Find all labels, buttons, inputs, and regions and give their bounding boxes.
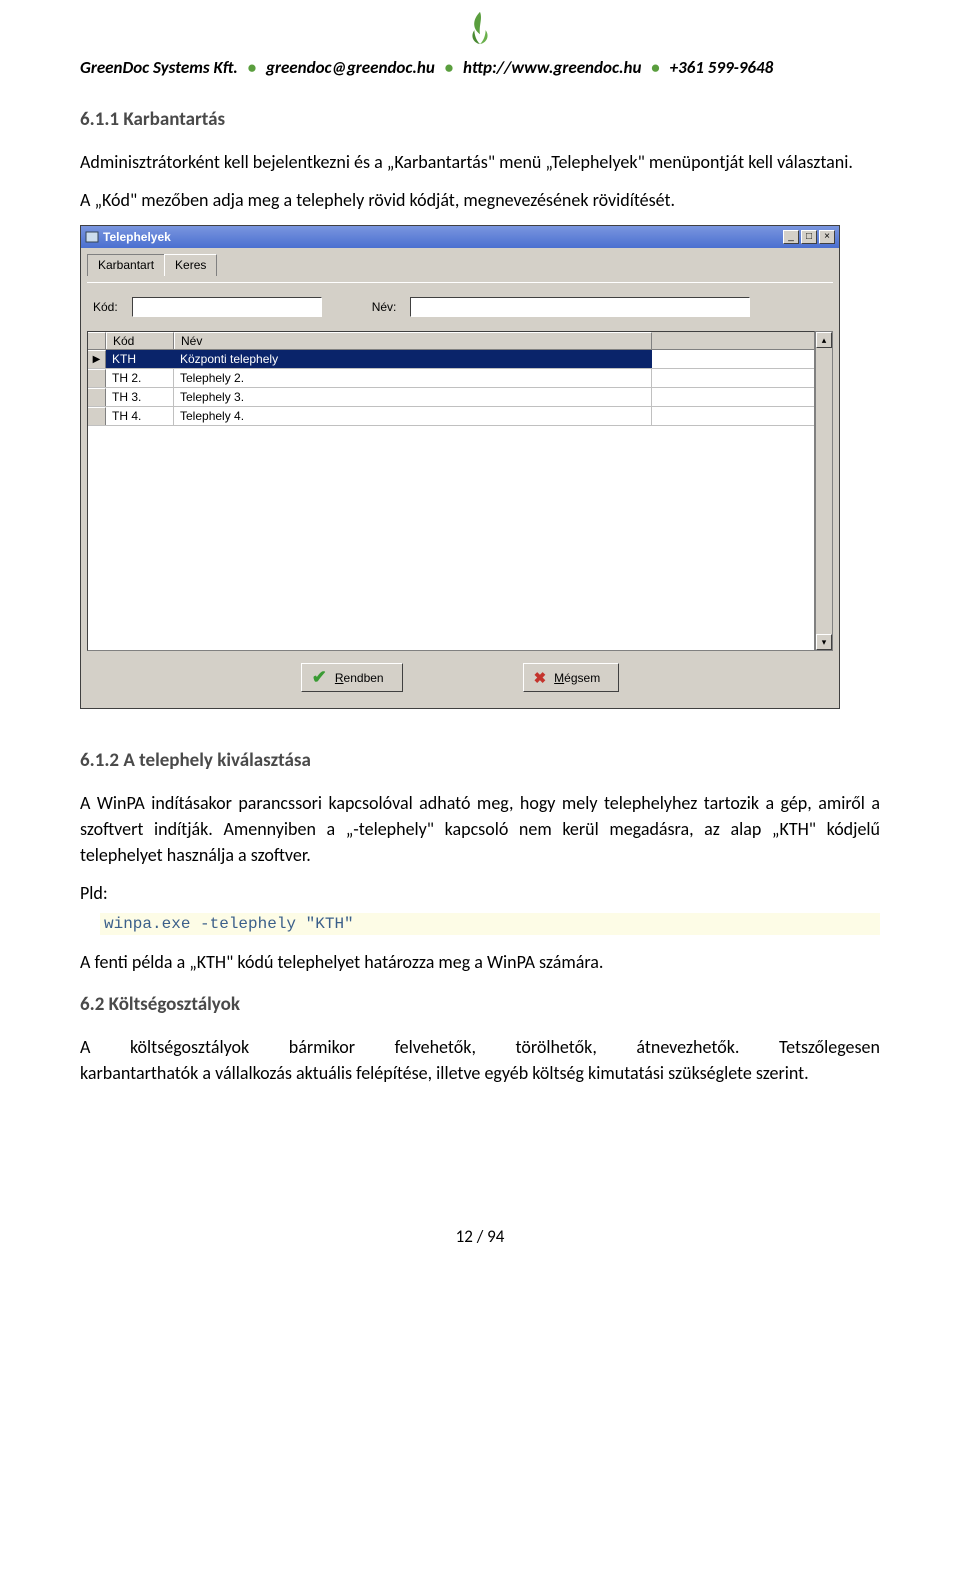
header-phone: +361 599-9648: [670, 57, 774, 78]
cell-nev: Központi telephely: [174, 350, 652, 368]
header-company: GreenDoc Systems Kft.: [80, 57, 238, 78]
section-6-1-1-para1: Adminisztrátorként kell bejelentkezni és…: [80, 149, 880, 175]
telephely-grid[interactable]: Kód Név ▶KTHKözponti telephelyTH 2.Telep…: [87, 331, 815, 651]
table-row[interactable]: TH 3.Telephely 3.: [88, 388, 814, 407]
header-url: http://www.greendoc.hu: [463, 57, 641, 78]
logo: [80, 10, 880, 51]
cancel-button[interactable]: ✖ Mégsem: [523, 663, 620, 692]
section-6-1-1-title: 6.1.1 Karbantartás: [80, 108, 880, 131]
section-6-2-para: Aköltségosztályokbármikorfelvehetők,törö…: [80, 1034, 880, 1086]
row-marker: ▶: [88, 350, 106, 368]
row-marker: [88, 369, 106, 387]
nev-input[interactable]: [410, 297, 750, 317]
nev-label: Név:: [372, 300, 397, 314]
cell-kod: TH 3.: [106, 388, 174, 406]
section-6-2-title: 6.2 Költségosztályok: [80, 993, 880, 1016]
telephelyek-window: Telephelyek _ □ × Karbantart Keres Kód: …: [80, 225, 840, 709]
row-marker: [88, 407, 106, 425]
cell-nev: Telephely 3.: [174, 388, 652, 406]
section-6-1-2-para1: A WinPA indításakor parancssori kapcsoló…: [80, 790, 880, 868]
table-row[interactable]: ▶KTHKözponti telephely: [88, 350, 814, 369]
row-marker: [88, 388, 106, 406]
tab-karbantart[interactable]: Karbantart: [87, 254, 165, 276]
page-number: 12 / 94: [80, 1226, 880, 1247]
header-email: greendoc@greendoc.hu: [266, 57, 435, 78]
grid-header-kod[interactable]: Kód: [106, 332, 174, 349]
cell-kod: KTH: [106, 350, 174, 368]
window-titlebar[interactable]: Telephelyek _ □ ×: [81, 226, 839, 248]
tab-keres[interactable]: Keres: [164, 254, 217, 276]
scroll-up-icon[interactable]: ▴: [816, 332, 832, 348]
grid-header-nev[interactable]: Név: [174, 332, 652, 349]
section-6-1-2-title: 6.1.2 A telephely kiválasztása: [80, 749, 880, 772]
table-row[interactable]: TH 4.Telephely 4.: [88, 407, 814, 426]
cell-kod: TH 2.: [106, 369, 174, 387]
window-title: Telephelyek: [103, 230, 171, 244]
scroll-down-icon[interactable]: ▾: [816, 634, 832, 650]
maximize-button[interactable]: □: [801, 230, 817, 244]
cross-icon: ✖: [534, 669, 547, 687]
window-icon: [85, 230, 99, 244]
section-6-1-1-para2: A „Kód" mezőben adja meg a telephely röv…: [80, 187, 880, 213]
pld-label: Pld:: [80, 880, 880, 906]
check-icon: ✔: [312, 667, 327, 688]
code-example: winpa.exe -telephely "KTH": [100, 913, 880, 935]
kod-label: Kód:: [93, 300, 118, 314]
section-6-1-2-para2: A fenti példa a „KTH" kódú telephelyet h…: [80, 949, 880, 975]
cell-nev: Telephely 2.: [174, 369, 652, 387]
close-button[interactable]: ×: [819, 230, 835, 244]
page-header: GreenDoc Systems Kft. • greendoc@greendo…: [80, 57, 880, 78]
ok-button[interactable]: ✔ Rendben: [301, 663, 403, 692]
kod-input[interactable]: [132, 297, 322, 317]
minimize-button[interactable]: _: [783, 230, 799, 244]
table-row[interactable]: TH 2.Telephely 2.: [88, 369, 814, 388]
vertical-scrollbar[interactable]: ▴ ▾: [815, 331, 833, 651]
cell-nev: Telephely 4.: [174, 407, 652, 425]
cell-kod: TH 4.: [106, 407, 174, 425]
